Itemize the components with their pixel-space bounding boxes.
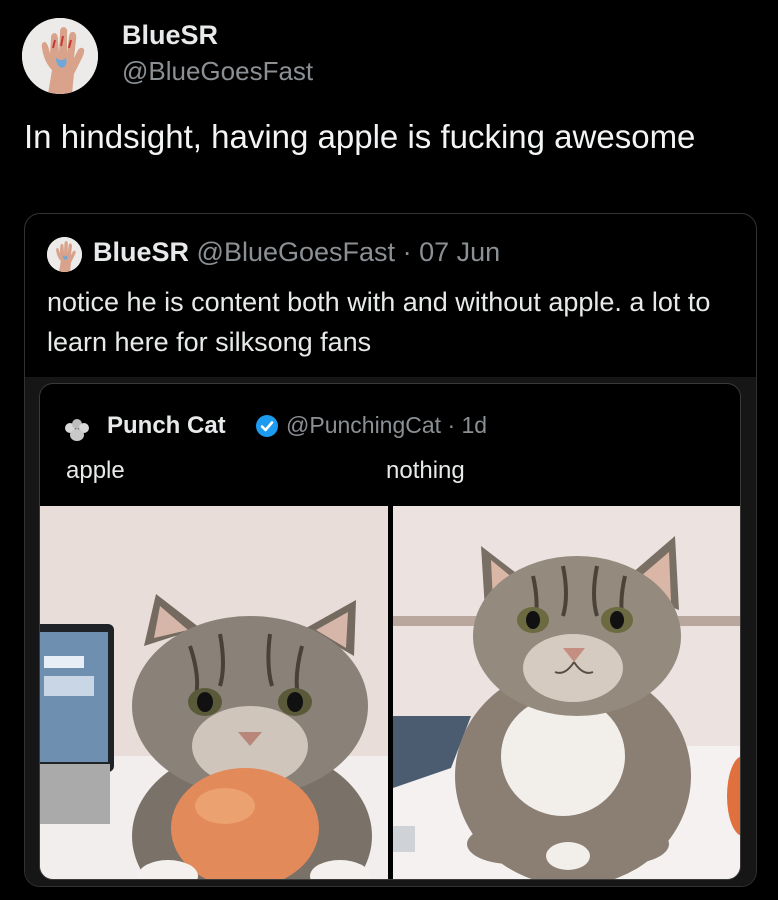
hand-avatar-icon xyxy=(22,18,98,94)
embedded-author-name: Punch Cat xyxy=(107,412,226,439)
quote-author-handle[interactable]: @BlueGoesFast xyxy=(197,237,396,267)
quote-date[interactable]: 07 Jun xyxy=(419,237,500,267)
paw-avatar-icon xyxy=(64,418,90,442)
embedded-author-handle: @PunchingCat · 1d xyxy=(286,412,488,438)
caption-apple: apple xyxy=(66,457,125,484)
quote-media[interactable]: Punch Cat @PunchingCat · 1d apple nothin… xyxy=(25,377,756,886)
verified-badge-icon xyxy=(256,415,278,437)
quote-author-avatar[interactable] xyxy=(47,237,82,272)
embedded-screenshot: Punch Cat @PunchingCat · 1d apple nothin… xyxy=(39,383,741,880)
author-avatar[interactable] xyxy=(22,18,98,94)
quote-separator: · xyxy=(402,237,412,267)
tweet-text: In hindsight, having apple is fucking aw… xyxy=(24,118,696,155)
cat-with-nothing-photo xyxy=(393,506,740,879)
tweet: BlueSR @BlueGoesFast In hindsight, havin… xyxy=(0,0,778,900)
quote-tweet-card[interactable]: BlueSR @BlueGoesFast · 07 Jun notice he … xyxy=(24,213,757,887)
hand-avatar-icon xyxy=(47,237,82,272)
author-name[interactable]: BlueSR xyxy=(122,20,218,51)
cat-with-apple-photo xyxy=(40,506,388,879)
author-handle[interactable]: @BlueGoesFast xyxy=(122,56,313,87)
caption-nothing: nothing xyxy=(386,457,465,484)
quote-header: BlueSR @BlueGoesFast · 07 Jun xyxy=(93,237,500,268)
quote-author-name[interactable]: BlueSR xyxy=(93,237,189,267)
quote-text: notice he is content both with and witho… xyxy=(47,287,711,357)
